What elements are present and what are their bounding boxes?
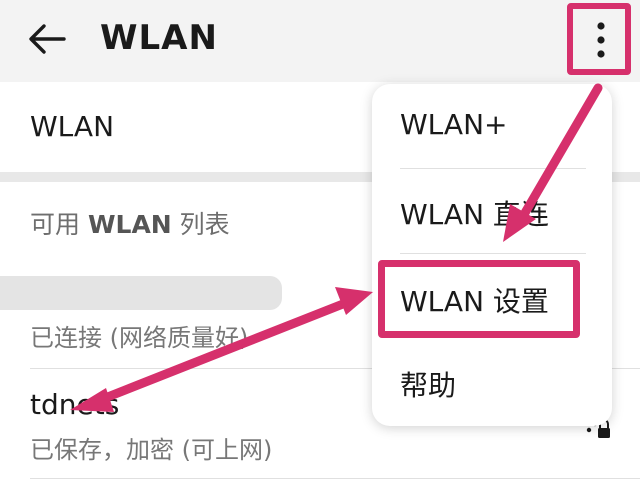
network-name[interactable]: tdnets [30, 388, 119, 421]
network-status: 已保存，加密 (可上网) [30, 436, 273, 464]
top-app-bar [0, 0, 640, 82]
menu-item-help[interactable]: 帮助 [400, 364, 456, 404]
arrow-left-icon[interactable] [24, 16, 70, 62]
menu-divider [400, 168, 586, 169]
section-title: 可用 WLAN 列表 [30, 210, 230, 239]
network-status: 已连接 (网络质量好) [30, 324, 249, 352]
wlan-toggle-label: WLAN [30, 110, 115, 143]
page-title: WLAN [100, 18, 218, 58]
menu-divider [400, 253, 586, 254]
highlight-box-more [567, 3, 631, 75]
menu-item-wlan-plus[interactable]: WLAN+ [400, 108, 508, 141]
highlight-box-settings [378, 260, 580, 338]
redacted-network-name[interactable] [0, 276, 282, 310]
divider [30, 478, 640, 479]
menu-item-wlan-direct[interactable]: WLAN 直连 [400, 193, 549, 233]
